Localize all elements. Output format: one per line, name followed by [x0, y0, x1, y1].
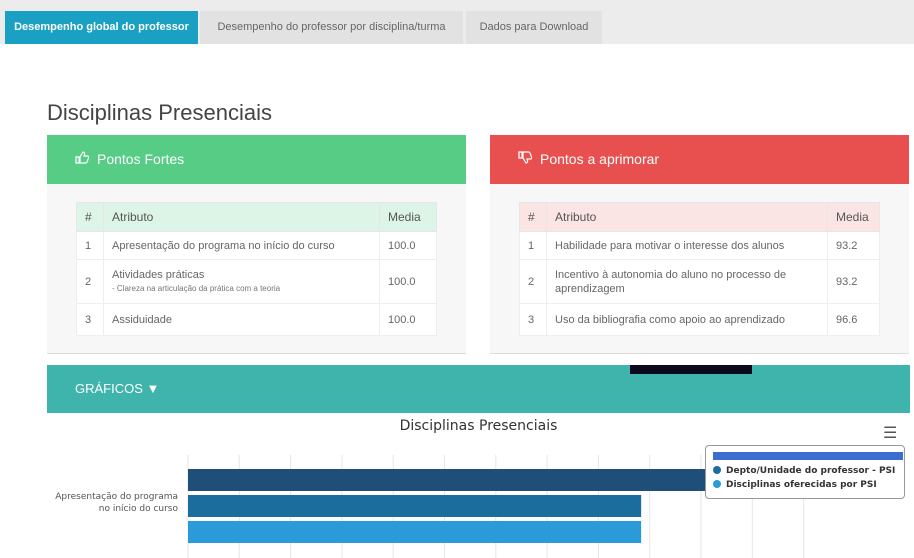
strengths-header: Pontos Fortes	[47, 135, 466, 184]
col-number-header: #	[76, 202, 104, 232]
legend-item-depto[interactable]: Depto/Unidade do professor - PSI	[713, 466, 895, 476]
legend-dot-icon	[713, 466, 721, 474]
chart-legend: Depto/Unidade do professor - PSI Discipl…	[705, 445, 905, 499]
table-row: 2 Incentivo à autonomia do aluno no proc…	[519, 259, 880, 304]
legend-dot-icon	[713, 480, 721, 488]
tab-bar: Desempenho global do professor Desempenh…	[0, 0, 914, 44]
tab-dados-download[interactable]: Dados para Download	[466, 11, 602, 44]
improve-header: Pontos a aprimorar	[490, 135, 909, 184]
table-row: 1 Apresentação do programa no início do …	[76, 231, 437, 260]
legend-label: Depto/Unidade do professor - PSI	[726, 466, 896, 476]
improve-panel: Pontos a aprimorar # Atributo Media 1 Ha…	[490, 135, 909, 354]
legend-item-disciplinas[interactable]: Disciplinas oferecidas por PSI	[713, 480, 877, 490]
row-media: 100.0	[379, 259, 437, 304]
row-media: 96.6	[827, 303, 880, 336]
graficos-toggle[interactable]: GRÁFICOS ▼	[47, 365, 910, 413]
row-number: 3	[519, 303, 547, 336]
bar-chart: Disciplinas Presenciais ☰ Apresentação d…	[47, 413, 910, 558]
col-attribute-header: Atributo	[546, 202, 828, 232]
row-number: 3	[76, 303, 104, 336]
row-attribute-cell: Atividades práticas - Clareza na articula…	[103, 259, 380, 304]
row-number: 2	[76, 259, 104, 304]
row-attribute-sub: - Clareza na articulação da prática com …	[112, 283, 281, 293]
row-attribute: Incentivo à autonomia do aluno no proces…	[546, 259, 828, 304]
col-attribute-header: Atributo	[103, 202, 380, 232]
bar-series-2[interactable]	[188, 521, 642, 543]
table-row: 2 Atividades práticas - Clareza na articu…	[76, 259, 437, 304]
redaction-bar	[630, 365, 752, 374]
row-number: 2	[519, 259, 547, 304]
strengths-title: Pontos Fortes	[97, 151, 185, 167]
row-media: 93.2	[827, 259, 880, 304]
table-row: 1 Habilidade para motivar o interesse do…	[519, 231, 880, 260]
row-attribute: Assiduidade	[103, 303, 380, 336]
row-media: 93.2	[827, 231, 880, 260]
row-attribute: Uso da bibliografia como apoio ao aprend…	[546, 303, 828, 336]
col-media-header: Media	[379, 202, 437, 232]
row-attribute: Apresentação do programa no início do cu…	[103, 231, 380, 260]
row-number: 1	[76, 231, 104, 260]
row-media: 100.0	[379, 231, 437, 260]
graficos-label: GRÁFICOS ▼	[75, 381, 160, 396]
bar-series-1[interactable]	[188, 495, 642, 517]
thumbs-up-icon	[75, 135, 93, 184]
row-attribute: Atividades práticas	[112, 268, 205, 281]
tab-desempenho-por-disciplina[interactable]: Desempenho do professor por disciplina/t…	[200, 11, 463, 44]
bar-series-0[interactable]	[188, 469, 718, 491]
row-attribute: Habilidade para motivar o interesse dos …	[546, 231, 828, 260]
thumbs-down-icon	[518, 135, 536, 184]
legend-label: Disciplinas oferecidas por PSI	[726, 480, 877, 490]
col-media-header: Media	[827, 202, 880, 232]
legend-redacted-entry	[713, 452, 903, 460]
col-number-header: #	[519, 202, 547, 232]
improve-table: # Atributo Media 1 Habilidade para motiv…	[519, 202, 880, 336]
row-media: 100.0	[379, 303, 437, 336]
table-row: 3 Assiduidade 100.0	[76, 303, 437, 336]
page-title: Disciplinas Presenciais	[47, 100, 272, 125]
tab-desempenho-global[interactable]: Desempenho global do professor	[5, 11, 198, 44]
improve-title: Pontos a aprimorar	[540, 151, 660, 167]
table-row: 3 Uso da bibliografia como apoio ao apre…	[519, 303, 880, 336]
row-number: 1	[519, 231, 547, 260]
strengths-panel: Pontos Fortes # Atributo Media 1 Apresen…	[47, 135, 466, 354]
strengths-table: # Atributo Media 1 Apresentação do progr…	[76, 202, 437, 336]
table-header-row: # Atributo Media	[76, 202, 437, 232]
table-header-row: # Atributo Media	[519, 202, 880, 232]
